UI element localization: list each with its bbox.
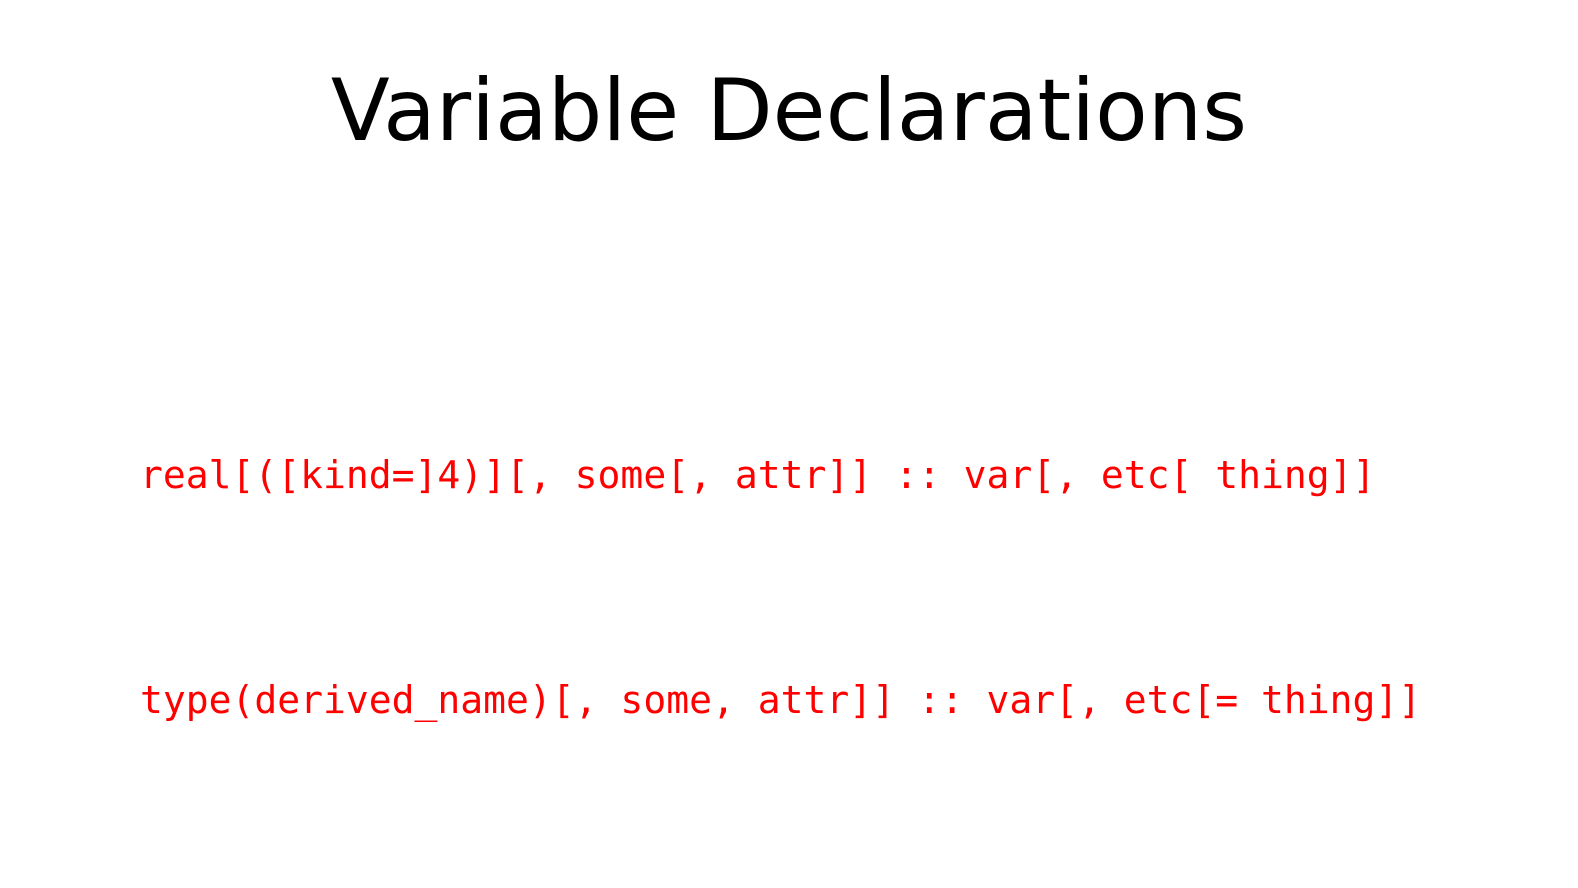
- slide: Variable Declarations real[([kind=]4)][,…: [0, 0, 1578, 722]
- code-line-real: real[([kind=]4)][, some[, attr]] :: var[…: [140, 453, 1376, 497]
- slide-title: Variable Declarations: [330, 61, 1248, 161]
- code-block: real[([kind=]4)][, some[, attr]] :: var[…: [140, 288, 1421, 888]
- code-line-type: type(derived_name)[, some, attr]] :: var…: [140, 678, 1422, 722]
